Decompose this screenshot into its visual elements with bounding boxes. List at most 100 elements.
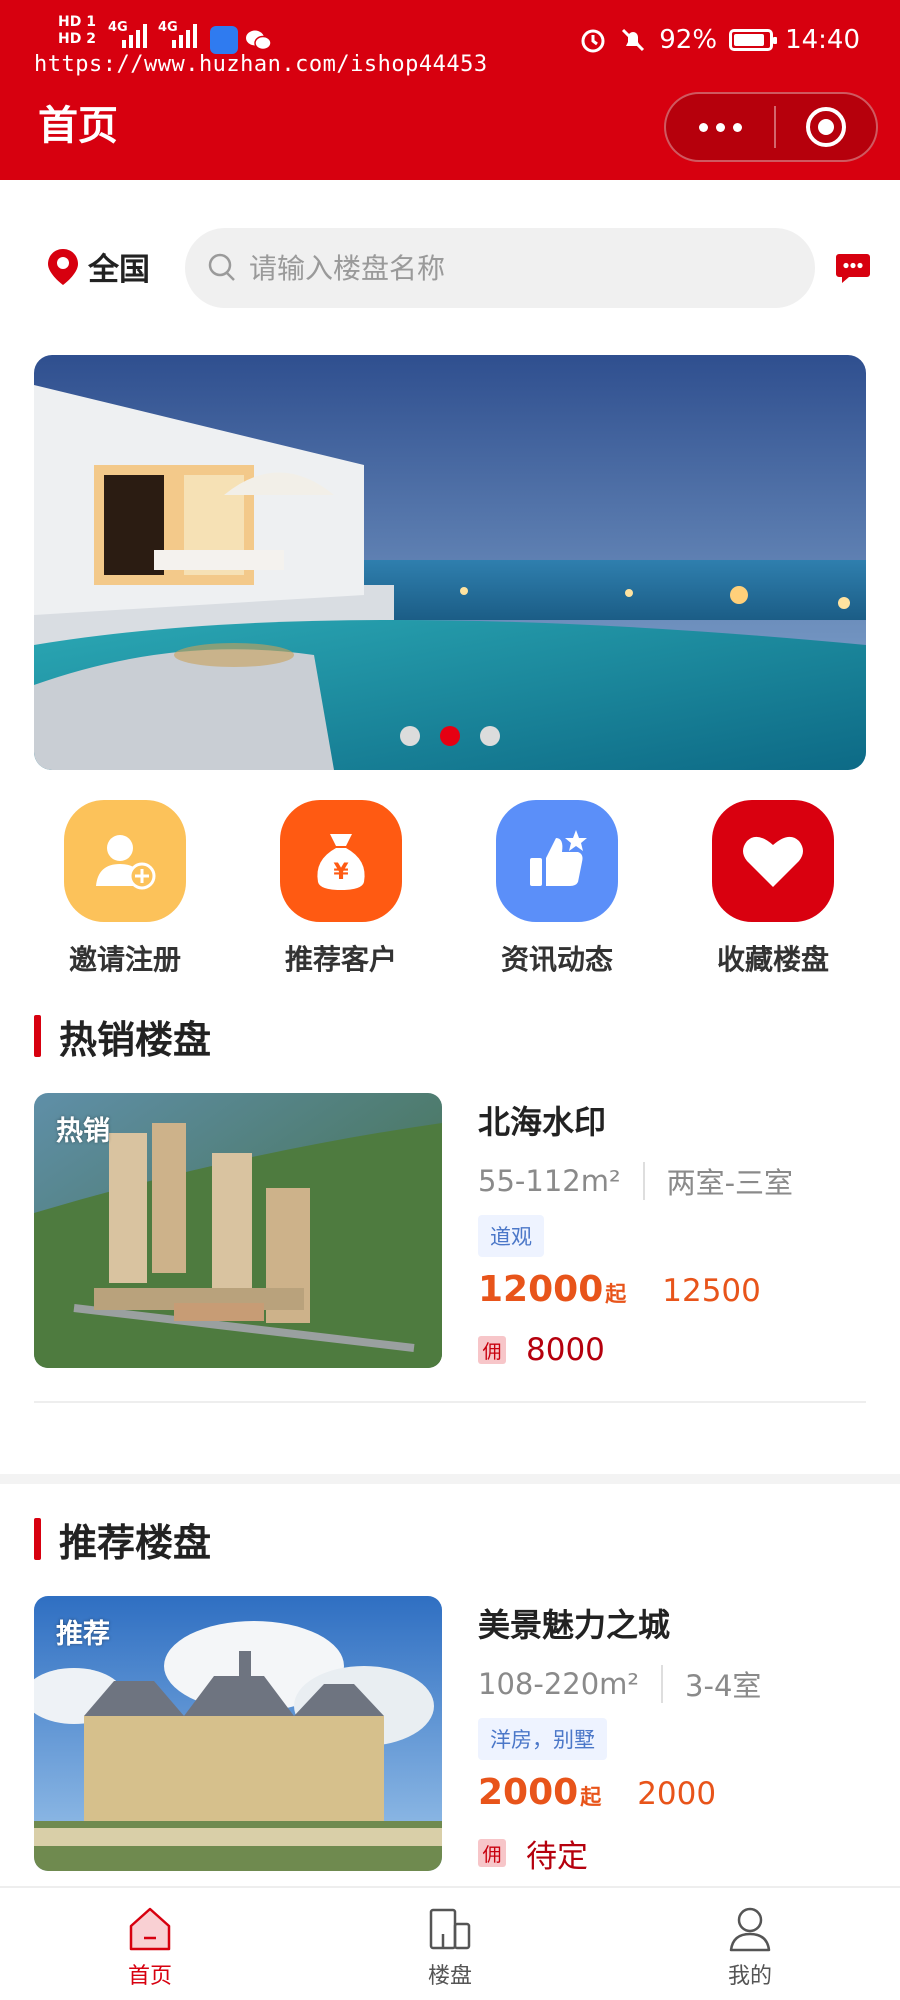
status-bar: HD 1 HD 2 4G 4G https://www.huzhan.com/i… — [0, 0, 900, 77]
property-name: 美景魅力之城 — [478, 1606, 671, 1644]
property-commission: 佣 8000 — [478, 1327, 868, 1373]
property-card-hot[interactable]: 热销 北海水印 55-112m² 两室-三室 道观 12000 起 12500 … — [34, 1093, 866, 1368]
tab-mine[interactable]: 我的 — [600, 1888, 900, 2000]
search-input[interactable] — [249, 251, 789, 285]
watermark-url: https://www.huzhan.com/ishop44453 — [34, 52, 488, 77]
carousel-dot[interactable] — [400, 726, 420, 746]
sim-indicator: HD 1 HD 2 — [58, 14, 96, 48]
page-title: 首页 — [38, 103, 118, 149]
tab-home[interactable]: 首页 — [0, 1888, 300, 2000]
property-price-alt: 2000 — [637, 1776, 717, 1812]
property-prices: 2000 起 2000 — [478, 1772, 868, 1822]
property-tag: 推荐 — [56, 1619, 110, 1650]
location-label: 全国 — [88, 252, 150, 288]
tab-label: 首页 — [127, 1964, 172, 1989]
commission-badge: 佣 — [478, 1336, 506, 1364]
search-box[interactable] — [185, 228, 815, 308]
alarm-icon — [581, 29, 605, 53]
battery-icon — [729, 29, 778, 51]
spec-divider — [661, 1665, 664, 1703]
wechat-icon — [246, 30, 272, 51]
home-icon — [129, 1907, 171, 1951]
property-spec: 108-220m² 3-4室 — [478, 1664, 868, 1704]
mini-program-capsule — [664, 92, 878, 162]
quick-label: 收藏楼盘 — [716, 943, 829, 976]
carousel-dot[interactable] — [480, 726, 500, 746]
bottom-tab-bar: 首页 楼盘 我的 — [0, 1886, 900, 2000]
property-price-unit: 起 — [605, 1282, 627, 1306]
section-title-recommend: 推荐楼盘 — [34, 1515, 211, 1565]
property-commission: 佣 待定 — [478, 1830, 868, 1876]
property-prices: 12000 起 12500 — [478, 1269, 868, 1319]
quick-label: 邀请注册 — [68, 943, 181, 976]
battery-percent: 92% — [659, 25, 718, 55]
section-accent-bar — [34, 1518, 41, 1560]
search-row: 全国 — [0, 228, 900, 308]
mute-bell-icon — [622, 28, 645, 52]
close-mini-program-button[interactable] — [776, 94, 876, 160]
message-icon[interactable] — [835, 250, 871, 286]
property-info: 北海水印 55-112m² 两室-三室 道观 12000 起 12500 佣 8… — [478, 1093, 868, 1373]
property-price-unit: 起 — [580, 1785, 602, 1809]
location-pin-icon — [48, 248, 78, 285]
quick-label: 推荐客户 — [284, 943, 397, 976]
user-add-icon — [64, 800, 186, 922]
property-tag: 热销 — [56, 1116, 110, 1147]
banner-image — [34, 355, 866, 770]
section-title-text: 热销楼盘 — [59, 1017, 212, 1062]
more-dot-icon — [698, 122, 708, 132]
property-info: 美景魅力之城 108-220m² 3-4室 洋房，别墅 2000 起 2000 … — [478, 1596, 868, 1876]
property-spec: 55-112m² 两室-三室 — [478, 1161, 868, 1201]
app-notification-icon — [210, 26, 238, 54]
property-price: 12000 — [478, 1269, 604, 1310]
quick-recommend-client[interactable]: ¥ 推荐客户 — [246, 800, 436, 978]
property-label-chip: 道观 — [478, 1215, 544, 1257]
property-area: 55-112m² — [478, 1164, 621, 1198]
money-bag-icon: ¥ — [280, 800, 402, 922]
location-selector[interactable]: 全国 — [46, 244, 150, 289]
signal-1-icon — [122, 22, 147, 48]
property-image: 热销 — [34, 1093, 442, 1368]
thumbs-up-icon — [496, 800, 618, 922]
section-title-hot: 热销楼盘 — [34, 1012, 211, 1062]
property-label-chip: 洋房，别墅 — [478, 1718, 607, 1760]
signal-2-icon — [172, 22, 197, 48]
quick-news[interactable]: 资讯动态 — [462, 800, 652, 978]
banner-carousel[interactable] — [34, 355, 866, 770]
sim-2-label: HD 2 — [58, 31, 96, 47]
clock: 14:40 — [785, 25, 860, 55]
carousel-indicator — [34, 726, 866, 746]
building-icon — [429, 1908, 471, 1950]
section-accent-bar — [34, 1015, 41, 1057]
quick-favorites[interactable]: 收藏楼盘 — [678, 800, 868, 978]
quick-menu: 邀请注册 ¥ 推荐客户 资讯动态 收藏楼盘 — [0, 800, 900, 985]
status-right: 92% 14:40 — [579, 20, 860, 60]
property-name: 北海水印 — [478, 1103, 607, 1141]
property-image: 推荐 — [34, 1596, 442, 1871]
property-card-recommend[interactable]: 推荐 美景魅力之城 108-220m² 3-4室 洋房，别墅 2000 起 20… — [34, 1596, 866, 1875]
section-title-text: 推荐楼盘 — [59, 1520, 212, 1565]
list-divider — [34, 1401, 866, 1403]
commission-value: 待定 — [526, 1838, 588, 1875]
commission-value: 8000 — [526, 1332, 605, 1368]
property-price: 2000 — [478, 1772, 579, 1813]
more-dot-icon — [732, 122, 742, 132]
tab-label: 我的 — [727, 1964, 772, 1989]
carousel-dot-active[interactable] — [440, 726, 460, 746]
quick-invite-register[interactable]: 邀请注册 — [30, 800, 220, 978]
top-bar: HD 1 HD 2 4G 4G https://www.huzhan.com/i… — [0, 0, 900, 180]
more-menu-button[interactable] — [666, 94, 774, 160]
property-price-alt: 12500 — [662, 1273, 761, 1309]
user-icon — [729, 1907, 771, 1952]
property-area: 108-220m² — [478, 1667, 640, 1701]
more-dot-icon — [715, 122, 725, 132]
search-icon — [208, 253, 235, 281]
quick-label: 资讯动态 — [500, 943, 613, 976]
heart-icon — [712, 800, 834, 922]
property-rooms: 3-4室 — [685, 1669, 762, 1703]
property-rooms: 两室-三室 — [666, 1166, 794, 1200]
tab-label: 楼盘 — [427, 1964, 472, 1989]
section-gap — [0, 1474, 900, 1484]
spec-divider — [642, 1162, 645, 1200]
tab-buildings[interactable]: 楼盘 — [300, 1888, 600, 2000]
